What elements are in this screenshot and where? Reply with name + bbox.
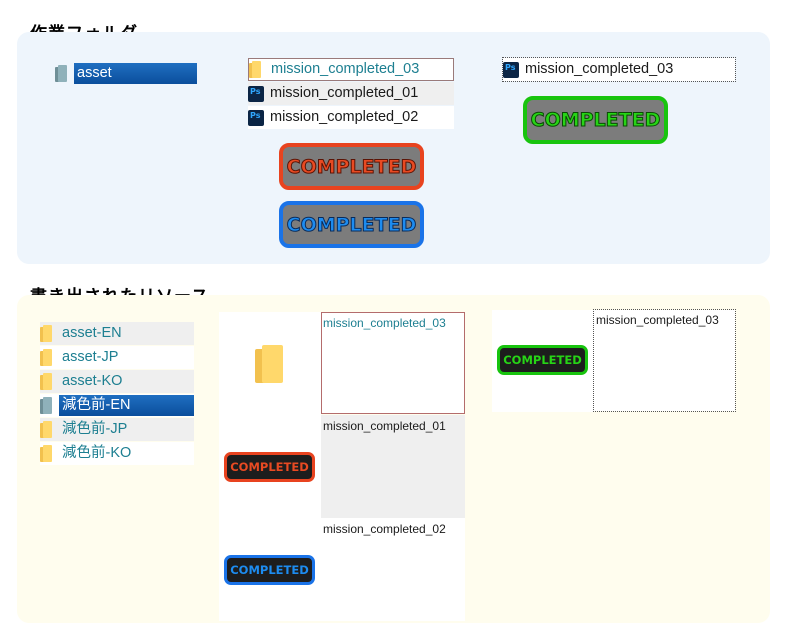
folder-icon — [40, 325, 53, 342]
folder-icon — [40, 373, 53, 390]
large-folder-icon — [255, 345, 283, 383]
thumb-label-cell-03[interactable]: mission_completed_03 — [321, 312, 465, 414]
folder-icon — [40, 421, 53, 438]
file-item-02[interactable]: Ps mission_completed_02 — [248, 106, 454, 129]
folder-icon — [40, 397, 53, 414]
thumb-label-cell-right-03[interactable]: mission_completed_03 — [593, 309, 736, 412]
thumb-badge-red: COMPLETED — [224, 452, 315, 482]
completed-badge-red: COMPLETED — [279, 143, 424, 190]
photoshop-icon: Ps — [503, 61, 519, 78]
thumb-cell-03[interactable] — [219, 312, 321, 415]
folder-item-asset[interactable]: asset — [55, 62, 197, 85]
tree-item-pre-reduce-jp[interactable]: 減色前-JP — [40, 418, 194, 441]
thumb-badge-green: COMPLETED — [497, 345, 588, 375]
tree-item-asset-ko[interactable]: asset-KO — [40, 370, 194, 393]
tree-item-pre-reduce-ko[interactable]: 減色前-KO — [40, 442, 194, 465]
thumb-cell-02[interactable]: COMPLETED — [219, 518, 321, 621]
completed-badge-blue: COMPLETED — [279, 201, 424, 248]
file-item-right-03[interactable]: Ps mission_completed_03 — [502, 57, 736, 82]
photoshop-icon: Ps — [248, 109, 264, 126]
folder-icon — [55, 65, 68, 82]
file-item-01[interactable]: Ps mission_completed_01 — [248, 82, 454, 105]
thumb-badge-blue: COMPLETED — [224, 555, 315, 585]
file-item-03[interactable]: mission_completed_03 — [248, 58, 454, 81]
tree-item-pre-reduce-en[interactable]: 減色前-EN — [40, 394, 194, 417]
tree-item-asset-en[interactable]: asset-EN — [40, 322, 194, 345]
thumb-cell-right-03[interactable]: COMPLETED — [492, 310, 594, 412]
thumb-cell-01[interactable]: COMPLETED — [219, 415, 321, 518]
folder-icon — [40, 349, 53, 366]
thumb-label-cell-01[interactable]: mission_completed_01 — [321, 415, 465, 518]
photoshop-icon: Ps — [248, 85, 264, 102]
tree-item-asset-jp[interactable]: asset-JP — [40, 346, 194, 369]
folder-icon — [40, 445, 53, 462]
thumb-label-cell-02[interactable]: mission_completed_02 — [321, 518, 465, 621]
folder-icon — [249, 61, 262, 78]
completed-badge-green: COMPLETED — [523, 96, 668, 144]
